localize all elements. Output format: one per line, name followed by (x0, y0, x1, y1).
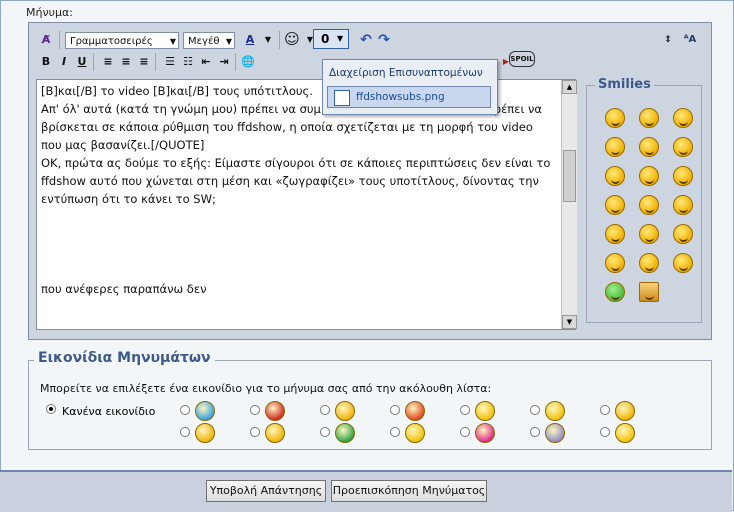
icon-radio[interactable] (320, 427, 330, 437)
smiley-icon[interactable] (605, 282, 625, 302)
icon-radio[interactable] (250, 405, 260, 415)
submit-reply-button[interactable]: Υποβολή Απάντησης (206, 480, 326, 502)
post-icon (265, 423, 285, 443)
icon-radio[interactable] (460, 427, 470, 437)
chevron-down-icon[interactable]: ▼ (259, 31, 277, 49)
italic-icon[interactable]: I (55, 53, 73, 71)
outdent-icon[interactable]: ⇤ (197, 53, 215, 71)
post-icon (615, 401, 635, 421)
switch-mode-icon[interactable]: ᴬA (681, 31, 699, 49)
smiley-icon[interactable] (673, 108, 693, 128)
smilies-title: Smilies (595, 77, 654, 92)
scroll-up-icon[interactable]: ▲ (562, 80, 577, 94)
post-icon (195, 423, 215, 443)
font-select[interactable]: Γραμματοσειρές ▼ (65, 32, 179, 49)
icon-radio[interactable] (530, 427, 540, 437)
scroll-thumb[interactable] (563, 150, 576, 202)
underline-icon[interactable]: U (73, 53, 91, 71)
smilies-panel: Smilies (586, 77, 702, 323)
undo-icon[interactable]: ↶ (357, 31, 375, 49)
align-center-icon[interactable]: ≡ (117, 53, 135, 71)
attach-button[interactable]: 0 ▼ (313, 29, 349, 49)
smiley-icon[interactable] (605, 224, 625, 244)
icon-radio[interactable] (180, 405, 190, 415)
attachment-item[interactable]: ffdshowsubs.png (327, 86, 491, 108)
post-icon (545, 423, 565, 443)
size-select[interactable]: Μεγέθ ▼ (183, 32, 235, 49)
icon-radio[interactable] (600, 427, 610, 437)
spoiler-icon[interactable]: SPOIL (509, 51, 535, 67)
post-icon (335, 423, 355, 443)
post-icon (335, 401, 355, 421)
smiley-icon[interactable] (605, 253, 625, 273)
smiley-icon[interactable] (639, 224, 659, 244)
icon-radio[interactable] (390, 405, 400, 415)
toolbar-separator (279, 31, 280, 49)
smiley-icon[interactable] (639, 137, 659, 157)
paperclip-icon: 0 (321, 32, 330, 46)
toolbar-separator (93, 53, 94, 71)
smiley-icon[interactable] (673, 137, 693, 157)
toolbar-separator (235, 53, 236, 71)
scroll-down-icon[interactable]: ▼ (562, 315, 577, 329)
preview-message-button[interactable]: Προεπισκόπηση Μηνύματος (331, 480, 487, 502)
message-textarea[interactable]: [B]και[/B] το video [B]και[/B] τους υπότ… (36, 79, 576, 330)
smiley-icon[interactable] (673, 166, 693, 186)
smiley-icon[interactable] (639, 108, 659, 128)
message-label: Μήνυμα: (26, 6, 73, 19)
bold-icon[interactable]: B (37, 53, 55, 71)
icon-radio[interactable] (250, 427, 260, 437)
smiley-icon[interactable] (605, 108, 625, 128)
indent-icon[interactable]: ⇥ (215, 53, 233, 71)
link-icon[interactable]: 🌐 (239, 53, 257, 71)
image-file-icon (334, 90, 350, 106)
smiley-icon[interactable]: ☺ (283, 30, 301, 48)
font-color-icon[interactable]: A (241, 31, 259, 49)
post-icons-title: Εικονίδια Μηνυμάτων (34, 350, 215, 366)
attachments-popup: Διαχείριση Επισυναπτομένων ffdshowsubs.p… (322, 59, 498, 115)
smiley-icon[interactable] (673, 224, 693, 244)
align-left-icon[interactable]: ≡ (99, 53, 117, 71)
post-icon (615, 423, 635, 443)
smiley-icon[interactable] (605, 195, 625, 215)
ordered-list-icon[interactable]: ☰ (161, 53, 179, 71)
icon-radio[interactable] (600, 405, 610, 415)
post-icon (405, 401, 425, 421)
editor-scrollbar[interactable]: ▲ ▼ (561, 80, 577, 329)
align-right-icon[interactable]: ≡ (135, 53, 153, 71)
resize-icon[interactable]: ⇕ (659, 31, 677, 49)
smiley-icon[interactable] (673, 195, 693, 215)
icon-radio[interactable] (530, 405, 540, 415)
post-icon (475, 401, 495, 421)
icon-radio[interactable] (460, 405, 470, 415)
attachment-filename: ffdshowsubs.png (356, 91, 445, 103)
attachments-header[interactable]: Διαχείριση Επισυναπτομένων (329, 67, 483, 79)
toolbar-separator (59, 31, 60, 49)
icon-radio[interactable] (180, 427, 190, 437)
toolbar-separator (155, 53, 156, 71)
smiley-icon[interactable] (639, 195, 659, 215)
icon-radio[interactable] (390, 427, 400, 437)
smiley-icon[interactable] (639, 253, 659, 273)
post-icon (405, 423, 425, 443)
post-icon (475, 423, 495, 443)
unordered-list-icon[interactable]: ☷ (179, 53, 197, 71)
icon-radio-none[interactable] (46, 404, 56, 414)
remove-format-icon[interactable]: A̸ (37, 31, 55, 49)
redo-icon[interactable]: ↷ (375, 31, 393, 49)
icon-radio[interactable] (320, 405, 330, 415)
chevron-down-icon: ▼ (337, 34, 344, 43)
post-icon (265, 401, 285, 421)
post-icon (195, 401, 215, 421)
post-icons-description: Μπορείτε να επιλέξετε ένα εικονίδιο για … (40, 382, 492, 395)
smiley-icon[interactable] (673, 253, 693, 273)
warning-icon[interactable] (639, 282, 659, 302)
post-icon (545, 401, 565, 421)
smiley-icon[interactable] (639, 166, 659, 186)
no-icon-label: Κανένα εικονίδιο (62, 405, 156, 418)
smiley-icon[interactable] (605, 166, 625, 186)
smiley-icon[interactable] (605, 137, 625, 157)
